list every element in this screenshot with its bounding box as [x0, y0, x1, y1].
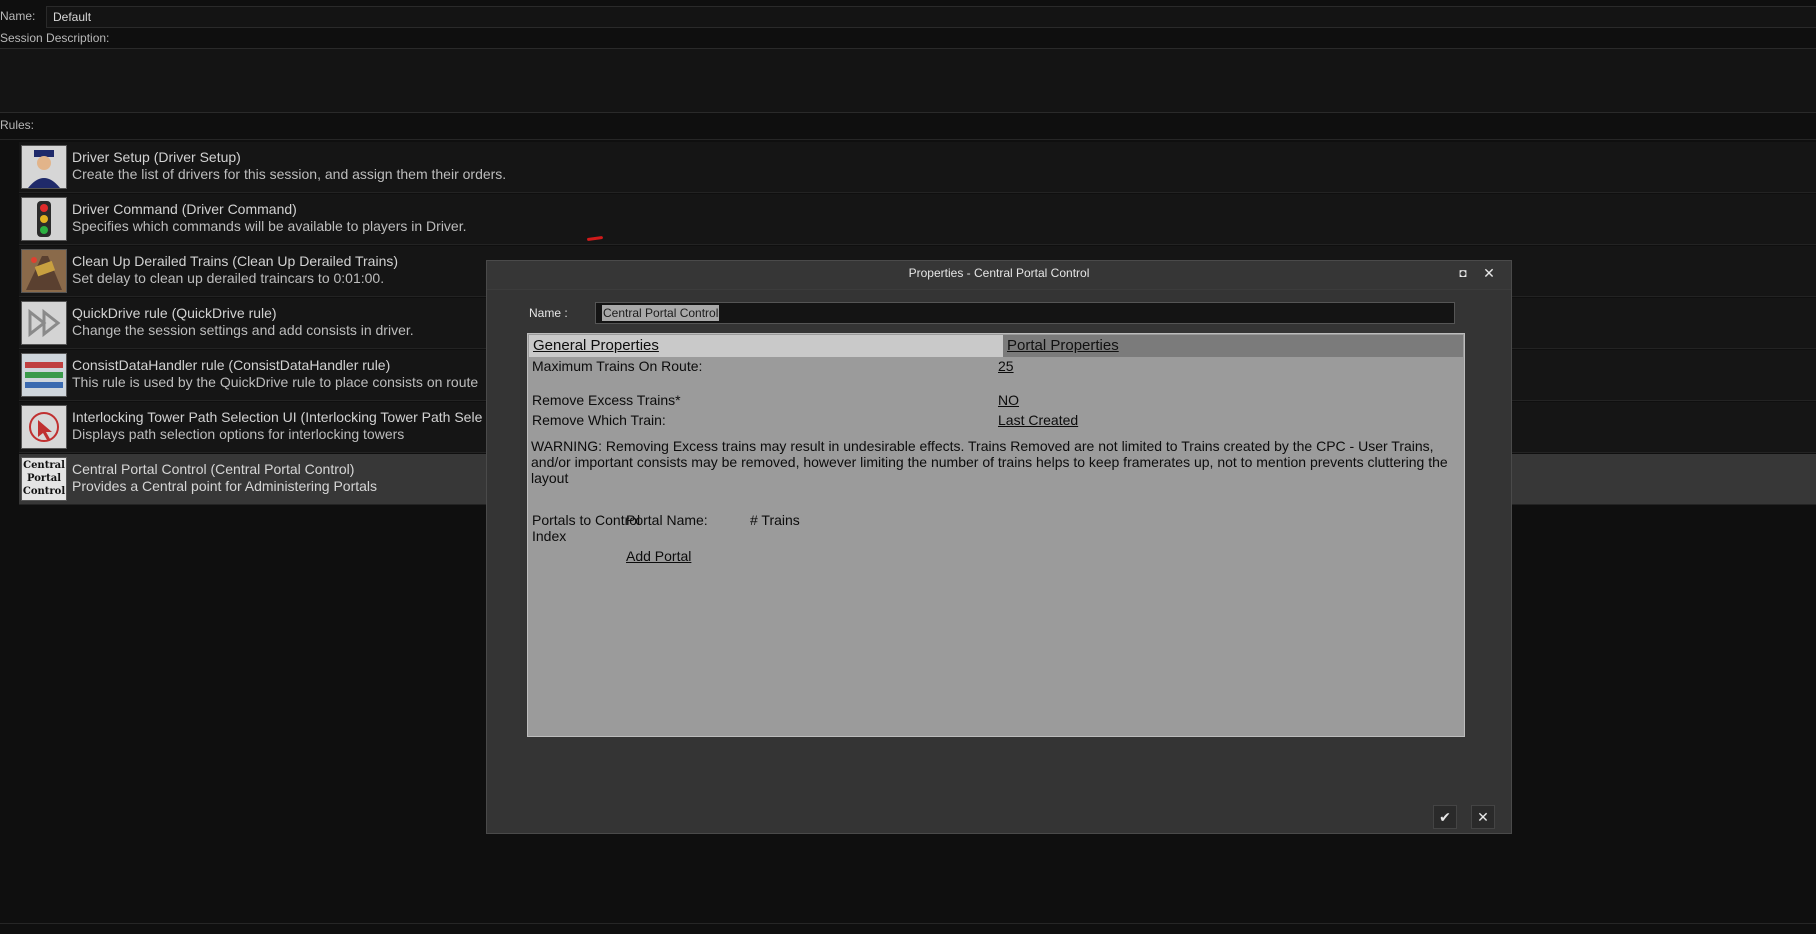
- remove-which-label: Remove Which Train:: [532, 412, 666, 428]
- remove-excess-value[interactable]: NO: [998, 392, 1019, 408]
- rule-title: ConsistDataHandler rule (ConsistDataHand…: [72, 357, 391, 373]
- remove-excess-label: Remove Excess Trains*: [532, 392, 681, 408]
- rule-title: Clean Up Derailed Trains (Clean Up Derai…: [72, 253, 399, 269]
- rules-label: Rules:: [0, 118, 35, 132]
- properties-dialog: Properties - Central Portal Control ◘ ✕ …: [486, 260, 1512, 834]
- session-description-label: Session Description:: [0, 31, 110, 45]
- warning-text: WARNING: Removing Excess trains may resu…: [531, 438, 1448, 486]
- portal-name-header: Portal Name:: [626, 512, 708, 528]
- icon-text: Control: [22, 486, 66, 497]
- trains-count-header: # Trains: [750, 512, 800, 528]
- session-name-label: Name:: [0, 9, 36, 23]
- rule-title: Central Portal Control (Central Portal C…: [72, 461, 355, 477]
- session-description-input[interactable]: [0, 48, 1816, 113]
- icon-text: Portal: [26, 473, 62, 484]
- central-portal-control-icon: Central Portal Control: [21, 457, 67, 501]
- add-portal-link[interactable]: Add Portal: [626, 548, 691, 564]
- rule-item-driver-command[interactable]: Driver Command (Driver Command) Specifie…: [19, 194, 1816, 245]
- driver-icon: [21, 145, 67, 189]
- rule-description: Create the list of drivers for this sess…: [72, 166, 507, 182]
- tab-portal-properties[interactable]: Portal Properties: [1003, 335, 1463, 357]
- max-trains-label: Maximum Trains On Route:: [532, 358, 703, 374]
- remove-which-value[interactable]: Last Created: [998, 412, 1078, 428]
- rule-title: Driver Setup (Driver Setup): [72, 149, 241, 165]
- path-selection-icon: [21, 405, 67, 449]
- rule-description: This rule is used by the QuickDrive rule…: [72, 374, 479, 390]
- rule-description: Set delay to clean up derailed traincars…: [72, 270, 385, 286]
- properties-panel: General Properties Portal Properties Max…: [527, 333, 1465, 737]
- index-header: Index: [532, 528, 567, 544]
- dialog-name-input[interactable]: Central Portal Control: [595, 302, 1455, 324]
- ok-button[interactable]: ✔: [1433, 805, 1457, 829]
- close-icon[interactable]: ✕: [1482, 266, 1496, 280]
- dialog-name-value: Central Portal Control: [602, 305, 720, 321]
- tab-general-properties[interactable]: General Properties: [529, 335, 1003, 357]
- fast-forward-icon: [21, 301, 67, 345]
- rule-title: Driver Command (Driver Command): [72, 201, 297, 217]
- maximize-icon[interactable]: ◘: [1456, 266, 1470, 280]
- rule-title: QuickDrive rule (QuickDrive rule): [72, 305, 277, 321]
- rule-description: Displays path selection options for inte…: [72, 426, 405, 442]
- dialog-title: Properties - Central Portal Control: [908, 266, 1090, 280]
- dialog-name-label: Name :: [529, 306, 568, 320]
- rule-description: Provides a Central point for Administeri…: [72, 478, 378, 494]
- rule-description: Specifies which commands will be availab…: [72, 218, 467, 234]
- session-name-input[interactable]: Default: [46, 6, 1816, 28]
- cancel-button[interactable]: ✕: [1471, 805, 1495, 829]
- icon-text: Central: [23, 460, 65, 471]
- consist-icon: [21, 353, 67, 397]
- portals-to-control-header: Portals to Control: [532, 512, 641, 528]
- traffic-signal-icon: [21, 197, 67, 241]
- max-trains-value[interactable]: 25: [998, 358, 1014, 374]
- rule-title: Interlocking Tower Path Selection UI (In…: [72, 409, 483, 425]
- rule-item-driver-setup[interactable]: Driver Setup (Driver Setup) Create the l…: [19, 142, 1816, 193]
- derailed-train-icon: [21, 249, 67, 293]
- rule-description: Change the session settings and add cons…: [72, 322, 414, 338]
